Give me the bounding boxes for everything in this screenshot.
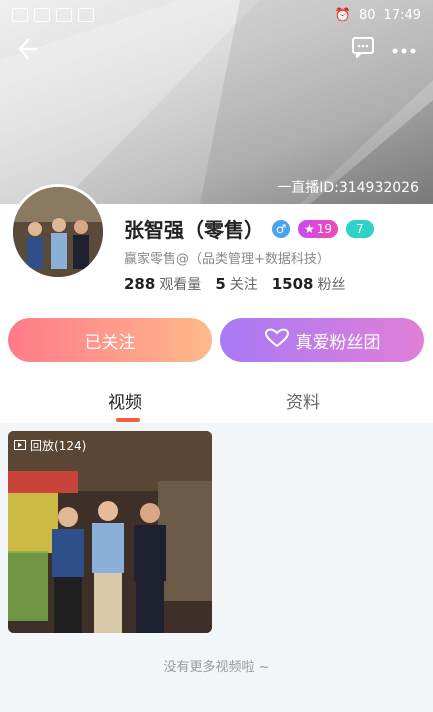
stat-following[interactable]: 5 关注 xyxy=(215,274,257,294)
fans-club-label: 真爱粉丝团 xyxy=(295,332,381,353)
notification-icon xyxy=(78,8,94,22)
profile-header: ⏰ 80 17:49 一直播ID:314932026 xyxy=(0,0,433,204)
wifi-icon xyxy=(56,8,72,22)
stats-row: 288 观看量 5 关注 1508 粉丝 xyxy=(124,274,346,294)
tab-videos[interactable]: 视频 xyxy=(108,388,142,413)
live-id: 一直播ID:314932026 xyxy=(277,180,419,196)
video-card[interactable]: 回放(124) xyxy=(8,431,212,633)
star-icon: ★ xyxy=(304,221,315,236)
video-list: 回放(124) 没有更多视频啦 ~ xyxy=(0,423,433,712)
status-time: 17:49 xyxy=(383,8,421,23)
stat-label: 关注 xyxy=(229,277,258,293)
stat-value: 5 xyxy=(215,275,226,293)
stat-label: 观看量 xyxy=(159,277,202,293)
alarm-icon: ⏰ xyxy=(334,8,351,23)
level-value: 19 xyxy=(316,221,333,236)
stat-value: 288 xyxy=(124,275,156,293)
name-row: 张智强（零售） ♂ ★ 19 7 xyxy=(124,214,374,243)
play-icon xyxy=(14,439,26,453)
tab-indicator xyxy=(116,418,140,422)
stat-value: 1508 xyxy=(271,275,314,293)
sim-icon xyxy=(12,8,28,22)
signal-icon xyxy=(34,8,50,22)
stat-views[interactable]: 288 观看量 xyxy=(124,274,201,294)
fan-level-badge[interactable]: 7 xyxy=(346,219,374,238)
user-name: 张智强（零售） xyxy=(124,218,264,242)
battery-level: 80 xyxy=(358,8,376,23)
replay-count: 回放(124) xyxy=(30,439,87,453)
fans-club-button[interactable]: 真爱粉丝团 xyxy=(220,318,424,362)
user-bio: 赢家零售@（品类管理+数据科技） xyxy=(124,252,330,267)
status-bar: ⏰ 80 17:49 xyxy=(0,0,433,32)
tab-profile-info[interactable]: 资料 xyxy=(286,388,320,413)
tab-bar: 视频 资料 xyxy=(0,378,433,422)
stat-label: 粉丝 xyxy=(317,277,346,293)
avatar[interactable] xyxy=(10,184,106,280)
no-more-videos: 没有更多视频啦 ~ xyxy=(163,660,270,675)
back-arrow-icon[interactable] xyxy=(14,34,44,64)
video-thumbnail xyxy=(8,431,212,633)
followed-button[interactable]: 已关注 xyxy=(8,318,212,362)
message-icon[interactable] xyxy=(351,36,375,62)
level-badge[interactable]: ★ 19 xyxy=(298,219,339,238)
male-icon: ♂ xyxy=(272,219,290,238)
stat-fans[interactable]: 1508 粉丝 xyxy=(272,274,346,294)
more-icon[interactable] xyxy=(391,40,417,59)
replay-badge: 回放(124) xyxy=(14,437,86,454)
heart-icon xyxy=(264,327,290,353)
